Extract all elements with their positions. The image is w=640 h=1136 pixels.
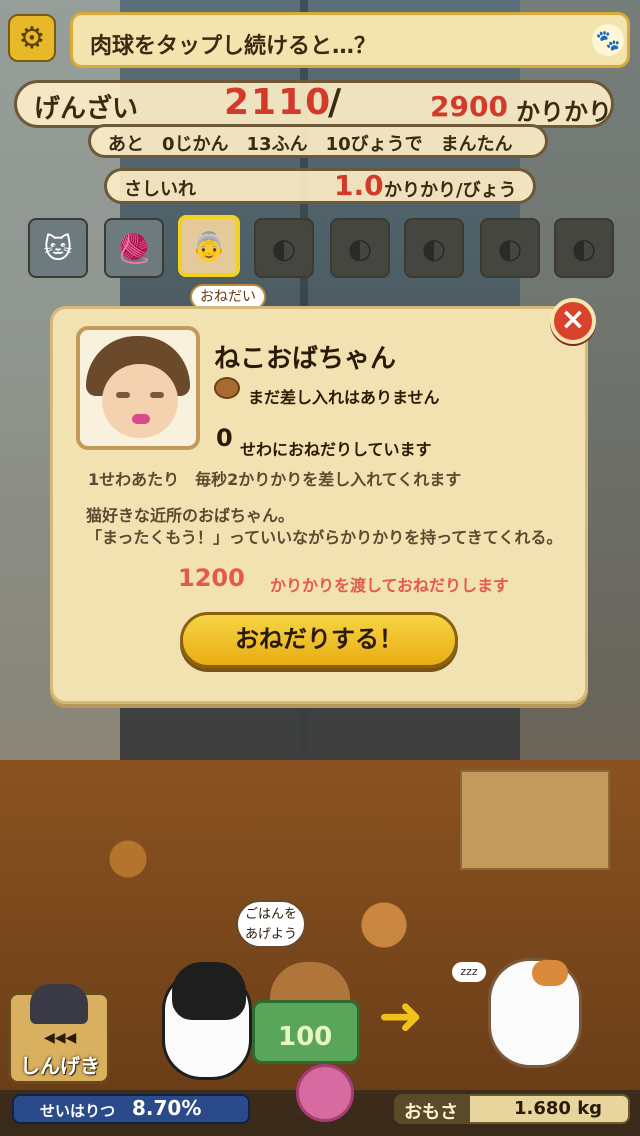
cat-patch bbox=[532, 960, 568, 986]
cat-icon: 🐱 bbox=[43, 231, 73, 265]
helper-slot-yarn[interactable]: 🧶 bbox=[104, 218, 164, 278]
helper-description-line1: 猫好きな近所のおばちゃん。 bbox=[86, 506, 295, 525]
request-button[interactable]: おねだりする！ bbox=[180, 612, 458, 668]
max-value: 2900 bbox=[430, 90, 508, 123]
cost-value: 1200 bbox=[178, 564, 245, 592]
care-count: 0 bbox=[216, 424, 233, 452]
helper-slot-locked-4[interactable]: ◐ bbox=[480, 218, 540, 278]
helper-slot-cat[interactable]: 🐱 bbox=[28, 218, 88, 278]
current-label: げんざい bbox=[34, 94, 139, 124]
locked-helper-icon: ◐ bbox=[497, 231, 523, 265]
locked-helper-icon: ◐ bbox=[421, 231, 447, 265]
yarn-ball-icon[interactable] bbox=[296, 1064, 354, 1122]
locked-helper-icon: ◐ bbox=[347, 231, 373, 265]
gear-icon: ⚙ bbox=[18, 20, 46, 56]
helper-slot-locked-5[interactable]: ◐ bbox=[554, 218, 614, 278]
current-value: 2110 bbox=[224, 82, 333, 123]
care-text: せわにおねだりしています bbox=[240, 440, 432, 459]
attack-label: しんげき bbox=[20, 1054, 100, 1078]
portrait-mouth bbox=[132, 414, 150, 424]
helper-slot-locked-1[interactable]: ◐ bbox=[254, 218, 314, 278]
value-slash: / bbox=[328, 82, 342, 123]
close-button[interactable]: × bbox=[550, 298, 596, 344]
helper-rate-description: 1せわあたり 毎秒2かりかりを差し入れてくれます bbox=[88, 470, 462, 489]
paw-icon: 🐾 bbox=[592, 24, 624, 56]
remaining-time: あと 0じかん 13ふん 10びょうで まんたん bbox=[108, 134, 513, 155]
rate-value: 1.0 bbox=[334, 169, 384, 202]
yarn-icon: 🧶 bbox=[116, 231, 152, 265]
feed-speech-bubble: ごはんを あげよう bbox=[236, 900, 306, 948]
bowl-value: 100 bbox=[278, 1022, 333, 1052]
settings-button[interactable]: ⚙ bbox=[8, 14, 56, 62]
rewind-arrows-icon: ◀◀◀ bbox=[44, 1030, 77, 1046]
rate-label: さしいれ bbox=[124, 179, 196, 200]
arrow-right-icon: ➜ bbox=[378, 984, 424, 1047]
locked-helper-icon: ◐ bbox=[571, 231, 597, 265]
max-unit: かりかり bbox=[516, 98, 612, 126]
locked-helper-icon: ◐ bbox=[271, 231, 297, 265]
helper-description-line2: 「まったくもう！」っていいながらかりかりを持ってきてくれる。 bbox=[86, 528, 563, 547]
success-rate-value: 8.70% bbox=[132, 1096, 202, 1120]
portrait-eye bbox=[116, 392, 130, 398]
portrait-eye bbox=[150, 392, 164, 398]
attack-cat-icon bbox=[30, 984, 88, 1024]
hint-text: 肉球をタップし続けると…？ bbox=[90, 34, 377, 59]
helper-slot-obachan[interactable]: 👵 bbox=[178, 215, 240, 277]
weight-value: 1.680 kg bbox=[514, 1098, 603, 1119]
helper-name: ねこおばちゃん bbox=[214, 344, 397, 374]
gift-status: まだ差し入れはありません bbox=[248, 388, 440, 407]
sleep-bubble: zzz bbox=[452, 962, 486, 982]
rate-unit: かりかり/びょう bbox=[384, 180, 517, 201]
weight-label: おもさ bbox=[404, 1102, 458, 1123]
helper-portrait bbox=[76, 326, 200, 450]
portrait-face bbox=[102, 364, 178, 438]
kibble-icon bbox=[214, 377, 240, 399]
cat-head bbox=[172, 962, 246, 1020]
helper-slot-locked-3[interactable]: ◐ bbox=[404, 218, 464, 278]
success-rate-label: せいはりつ bbox=[40, 1102, 116, 1120]
cost-text: かりかりを渡しておねだりします bbox=[270, 576, 510, 595]
cardboard-box bbox=[460, 770, 610, 870]
helper-slot-locked-2[interactable]: ◐ bbox=[330, 218, 390, 278]
obachan-icon: 👵 bbox=[191, 229, 227, 263]
